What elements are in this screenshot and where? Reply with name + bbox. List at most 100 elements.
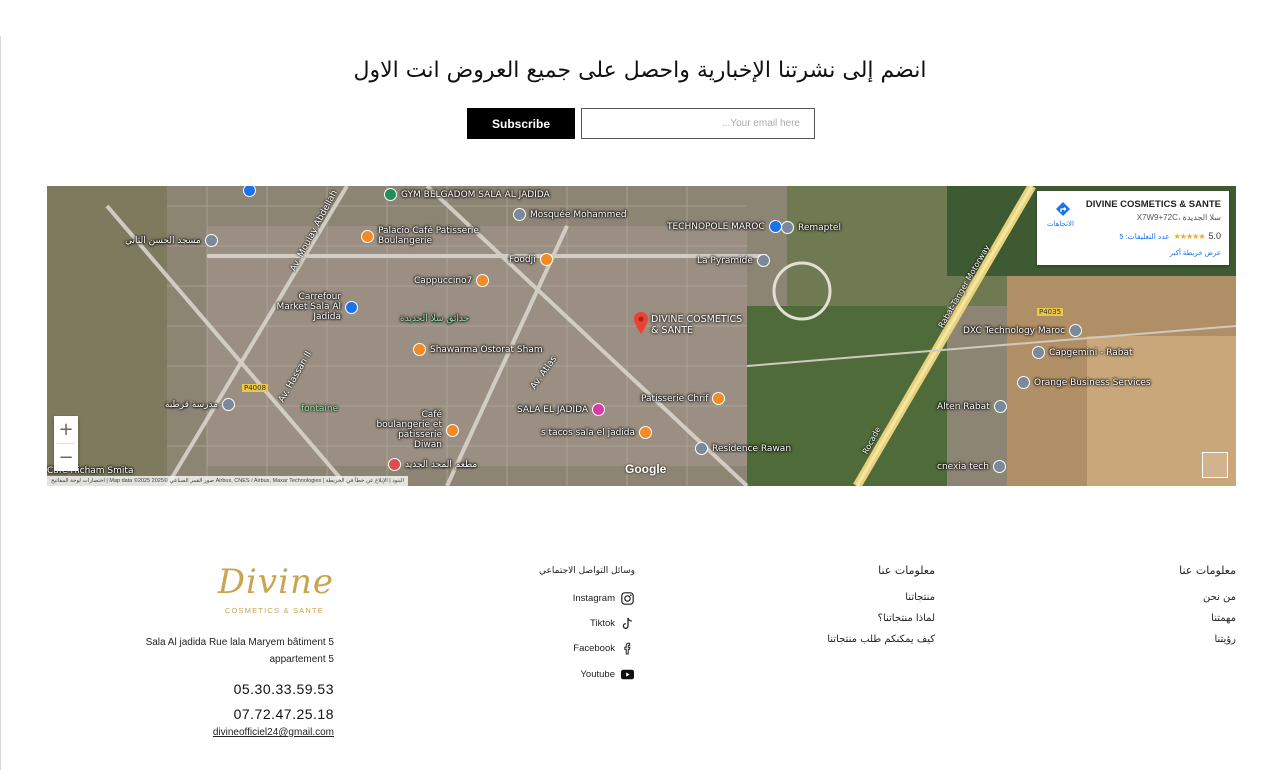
map-poi[interactable]: DXC Technology Maroc xyxy=(963,324,1083,337)
info-column-title: معلومات عنا xyxy=(878,564,935,577)
view-larger-map-link[interactable]: عرض خريطة أكبر xyxy=(1170,249,1221,257)
newsletter-title: انضم إلى نشرتنا الإخبارية واحصل على جميع… xyxy=(353,58,927,83)
poi-label: مسجد الحسن الثاني xyxy=(125,235,201,246)
social-title: وسائل التواصل الاجتماعي xyxy=(539,566,635,576)
map-pin-icon xyxy=(1069,324,1083,337)
map-poi[interactable]: مدرسة قرطبة xyxy=(165,398,236,411)
instagram-icon xyxy=(621,592,634,605)
map-pin-icon xyxy=(243,186,256,197)
reviews-link[interactable]: عدد التعليقات: 5 xyxy=(1119,232,1169,241)
road-label: fontaine xyxy=(301,404,339,414)
zoom-in-button[interactable]: + xyxy=(54,416,78,443)
map-pin-icon xyxy=(384,188,397,201)
poi-label: Alten Rabat xyxy=(937,401,990,412)
youtube-icon xyxy=(621,668,634,681)
map-poi[interactable]: s tacos sala el jadida xyxy=(541,426,653,439)
map-poi[interactable]: Café boulangerie et patisserie Diwan xyxy=(372,410,459,450)
map-poi[interactable]: TECHNOPOLE MAROC xyxy=(667,220,782,233)
phone-number[interactable]: 05.30.33.59.53 xyxy=(234,681,334,697)
map-poi[interactable]: Cappuccino7 xyxy=(414,274,490,287)
poi-label: s tacos sala el jadida xyxy=(541,427,636,438)
place-address: X7W9+72C، سلا الجديدة xyxy=(1136,213,1221,222)
road-label: P4035 xyxy=(1037,308,1064,316)
store-address: Sala Al jadida Rue lala Maryem bâtiment … xyxy=(145,637,334,665)
poi-label: GYM BELGADOM SALA AL JADIDA xyxy=(401,189,550,200)
logo-tagline: COSMETICS & SANTE xyxy=(224,606,324,615)
poi-label: La Pyramide xyxy=(697,255,753,266)
poi-label: Remaptel xyxy=(798,222,841,233)
poi-label: Café boulangerie et patisserie Diwan xyxy=(376,410,442,450)
facebook-link[interactable]: Facebook xyxy=(573,642,634,655)
map-poi[interactable]: Palacio Café Patisserie Boulangerie xyxy=(361,226,488,246)
brand-logo[interactable]: Divine COSMETICS & SANTE xyxy=(216,562,336,618)
map-poi[interactable]: Remaptel xyxy=(781,221,841,234)
footer-link-vision[interactable]: رؤيتنا xyxy=(1214,634,1236,645)
map-pin-icon xyxy=(446,423,459,437)
poi-label: حدائق سلا الجديدة xyxy=(400,314,470,324)
map-poi[interactable]: Patisserie Chrif xyxy=(641,392,726,405)
poi-label: Residence Rawan xyxy=(712,443,792,454)
directions-icon[interactable] xyxy=(1055,201,1071,217)
map-pin-icon xyxy=(639,426,653,439)
map-pin-icon xyxy=(413,343,426,356)
fullscreen-button[interactable] xyxy=(1202,452,1228,478)
map-pin-icon xyxy=(513,208,526,221)
place-info-card: DIVINE COSMETICS & SANTE X7W9+72C، سلا ا… xyxy=(1037,191,1229,265)
social-label: Tiktok xyxy=(590,618,615,629)
footer-link-about-us[interactable]: من نحن xyxy=(1203,592,1236,603)
map-poi[interactable]: Foodji xyxy=(509,253,553,266)
social-label: Facebook xyxy=(573,643,615,654)
facebook-icon xyxy=(621,642,634,655)
main-place-line: & SANTE xyxy=(651,325,694,336)
poi-label: Mosquée Mohammed xyxy=(530,209,627,220)
map-poi[interactable]: Mosquée Mohammed xyxy=(513,208,627,221)
poi-label: Patisserie Chrif xyxy=(641,393,709,404)
map-pin-icon xyxy=(222,398,236,411)
map-poi[interactable]: Shawarma Ostorat Sham xyxy=(413,343,543,356)
road-label: P4008 xyxy=(242,384,269,392)
page-edge-line xyxy=(0,36,1,770)
zoom-control: + − xyxy=(54,416,78,471)
map-poi[interactable]: Alten Rabat xyxy=(937,400,1007,413)
phone-number[interactable]: 07.72.47.25.18 xyxy=(234,706,334,722)
map-poi[interactable]: Carrefour Market Sala Al Jadida xyxy=(269,292,358,322)
map-pin-icon xyxy=(695,442,708,455)
map-pin-icon xyxy=(345,300,358,314)
directions-label[interactable]: الاتجاهات xyxy=(1047,220,1074,228)
map-poi[interactable]: حدائق سلا الجديدة xyxy=(400,314,469,324)
poi-label: Foodji xyxy=(509,254,536,265)
poi-label: Orange Business Services xyxy=(1034,377,1151,388)
poi-label: DXC Technology Maroc xyxy=(963,325,1066,336)
map-poi[interactable]: La Pyramide xyxy=(697,254,770,267)
map-poi[interactable]: مطعم المجد الجديد xyxy=(388,458,477,471)
poi-label: Capgemini - Rabat xyxy=(1049,347,1133,358)
place-rating: 5.0 ★★★★★ عدد التعليقات: 5 xyxy=(1119,231,1221,241)
location-pin-icon[interactable] xyxy=(634,312,648,334)
map-poi[interactable]: SALA EL JADIDA xyxy=(517,403,606,416)
map-embed[interactable]: GYM BELGADOM SALA AL JADIDA Mosquée Moha… xyxy=(47,186,1236,486)
map-poi[interactable]: مسجد الحسن الثاني xyxy=(125,234,218,247)
map-poi[interactable]: Capgemini - Rabat xyxy=(1032,346,1133,359)
youtube-link[interactable]: Youtube xyxy=(580,668,634,681)
poi-label: TECHNOPOLE MAROC xyxy=(667,221,765,232)
footer-link-how-to-order[interactable]: كيف يمكنكم طلب منتجاتنا xyxy=(827,634,935,645)
email-input[interactable] xyxy=(581,108,815,139)
map-pin-icon xyxy=(1032,346,1045,359)
footer-link-products[interactable]: منتجاتنا xyxy=(905,592,935,603)
map-pin-icon xyxy=(993,400,1007,413)
instagram-link[interactable]: Instagram xyxy=(573,592,634,605)
zoom-out-button[interactable]: − xyxy=(54,444,78,471)
subscribe-button[interactable]: Subscribe xyxy=(467,108,575,139)
footer-link-why-products[interactable]: لماذا منتجاتنا؟ xyxy=(878,613,935,624)
tiktok-icon xyxy=(621,617,634,630)
map-poi[interactable]: Residence Rawan xyxy=(695,442,791,455)
footer-link-mission[interactable]: مهمتنا xyxy=(1211,613,1236,624)
map-poi[interactable] xyxy=(243,186,256,197)
map-poi[interactable]: cnexia tech xyxy=(937,460,1006,473)
map-poi[interactable]: Orange Business Services xyxy=(1017,376,1151,389)
map-poi[interactable]: GYM BELGADOM SALA AL JADIDA xyxy=(384,188,550,201)
tiktok-link[interactable]: Tiktok xyxy=(590,617,634,630)
map-pin-icon xyxy=(388,458,401,471)
email-link[interactable]: divineofficiel24@gmail.com xyxy=(213,727,334,738)
poi-label: مدرسة قرطبة xyxy=(165,399,219,410)
